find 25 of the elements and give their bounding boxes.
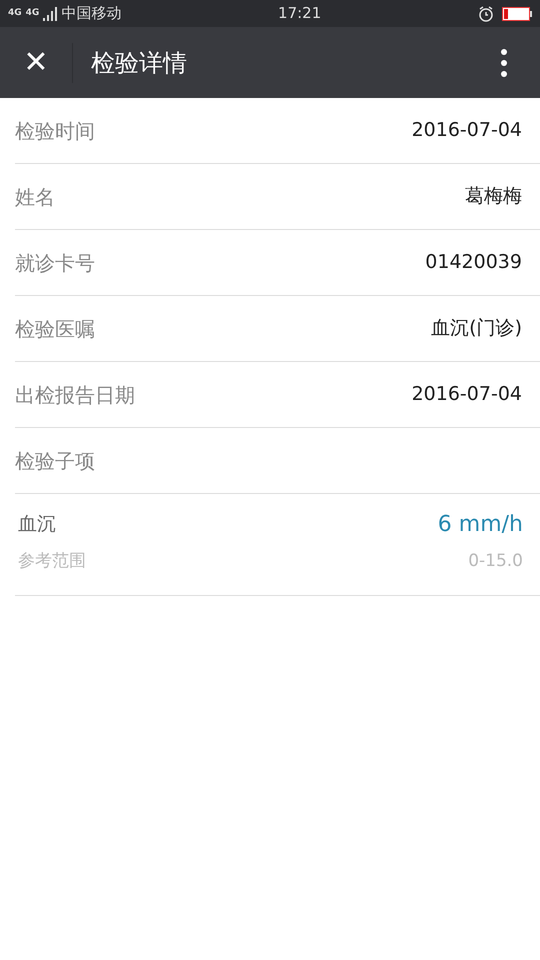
field-value: 2016-07-04 [412,118,522,144]
range-label: 参考范围 [18,550,86,573]
range-value: 0-15.0 [468,550,523,573]
field-value: 葛梅梅 [465,184,522,210]
field-label: 就诊卡号 [15,250,95,276]
field-label: 检验子项 [15,448,95,474]
field-value: 2016-07-04 [412,382,522,408]
field-value: 血沉(门诊) [431,316,522,342]
field-label: 出检报告日期 [15,382,135,408]
page-title: 检验详情 [91,48,187,78]
field-value: 01420039 [425,250,522,276]
battery-icon [502,6,532,20]
item-name: 血沉 [18,512,56,538]
field-label: 姓名 [15,184,55,210]
carrier-name: 中国移动 [61,3,122,24]
item-result: 6 mm/h [438,511,523,539]
network-label: 4G [26,9,40,18]
network-label: 4G [8,9,22,18]
signal-icon [43,6,58,20]
alarm-icon [478,6,494,22]
close-button[interactable]: ✕ [0,27,72,98]
status-time: 17:21 [278,3,322,24]
more-icon [500,48,508,78]
field-label: 检验时间 [15,118,95,144]
field-label: 检验医嘱 [15,316,95,342]
